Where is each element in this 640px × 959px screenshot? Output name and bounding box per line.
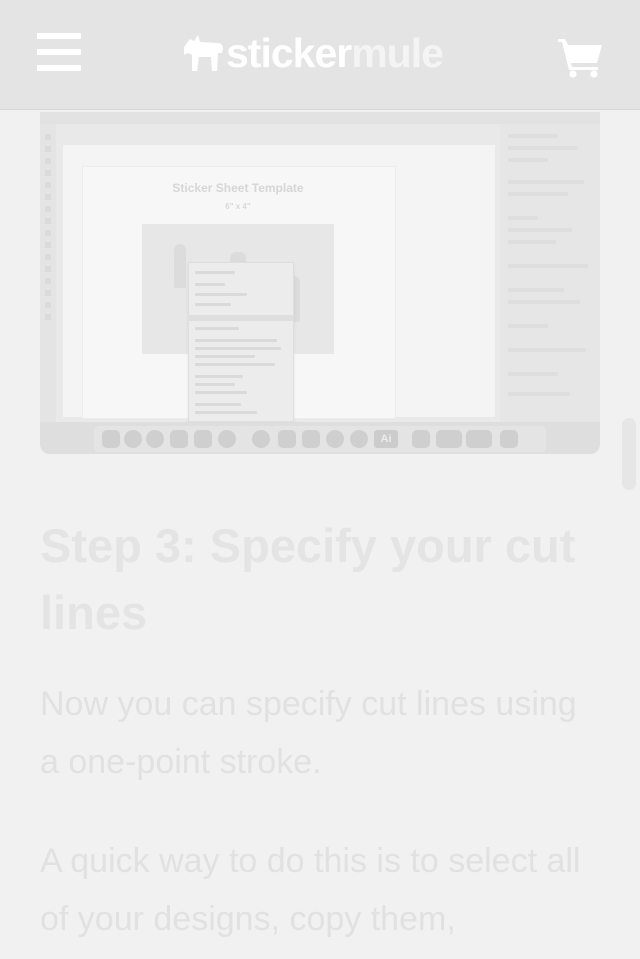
properties-panel <box>500 124 600 422</box>
mule-icon <box>184 35 223 71</box>
illustrator-screenshot-image: Sticker Sheet Template 6" x 4" Ai <box>40 112 600 454</box>
illustrator-dock-icon: Ai <box>374 430 398 448</box>
menu-bar <box>37 65 81 71</box>
logo-text-sticker: sticker <box>226 30 352 76</box>
mac-dock: Ai <box>40 422 600 454</box>
sheet-title: Sticker Sheet Template <box>172 181 304 195</box>
tools-panel <box>40 124 56 422</box>
shopping-cart-icon[interactable] <box>556 36 604 78</box>
site-header: sticker mule <box>0 0 640 109</box>
stickermule-logo[interactable]: sticker mule <box>180 30 444 76</box>
article-paragraph: A quick way to do this is to select all … <box>40 842 581 938</box>
scrollbar-thumb[interactable] <box>622 418 636 490</box>
app-toolbar <box>40 112 600 124</box>
article-paragraph: Now you can specify cut lines using a on… <box>40 685 577 781</box>
logo-text-mule: mule <box>351 30 444 76</box>
hamburger-menu-icon[interactable] <box>37 33 81 73</box>
context-menu <box>188 262 294 422</box>
step-heading: Step 3: Specify your cut lines <box>40 519 576 639</box>
sheet-subtitle: 6" x 4" <box>225 202 251 211</box>
menu-bar <box>37 33 81 39</box>
menu-bar <box>37 49 81 55</box>
